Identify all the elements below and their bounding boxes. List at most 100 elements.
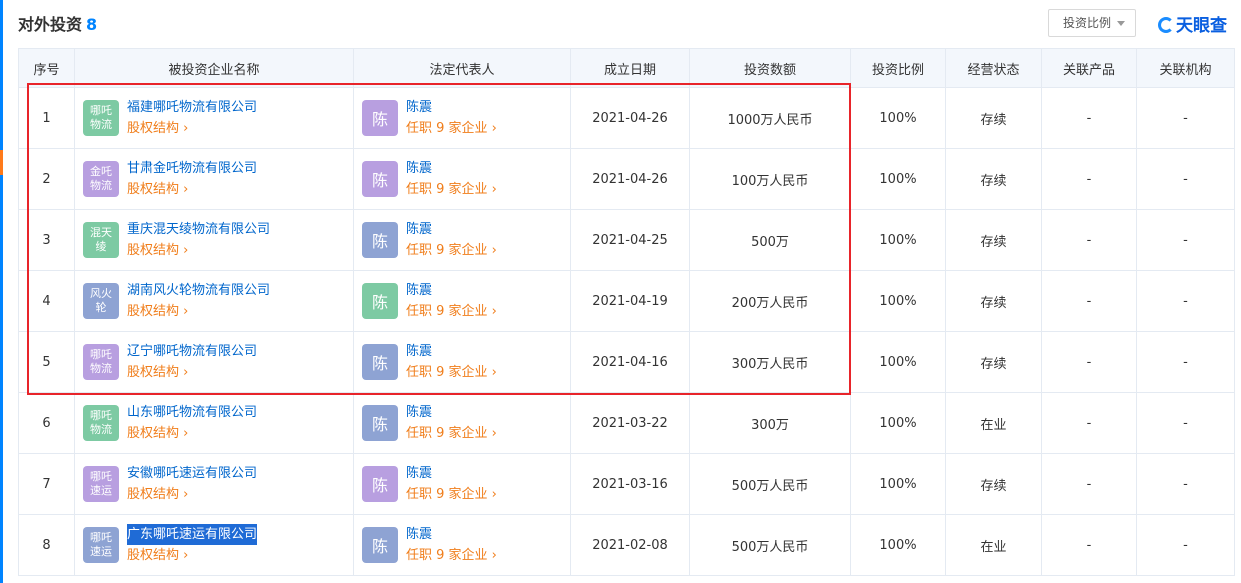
positions-link[interactable]: 任职 9 家企业 › [406,362,497,383]
representative-name-link[interactable]: 陈震 [406,402,497,423]
company-name-link[interactable]: 辽宁哪吒物流有限公司 [127,341,257,362]
avatar: 陈 [362,161,398,197]
related-product: - [1041,270,1137,332]
investment-table: 序号 被投资企业名称 法定代表人 成立日期 投资数额 投资比例 经营状态 关联产品 关联机构 1… [18,48,1235,576]
positions-link[interactable]: 任职 9 家企业 › [406,301,497,322]
representative-cell: 陈陈震 任职 9 家企业 › [353,453,571,515]
equity-structure-link[interactable]: 股权结构 › [127,240,270,261]
investment-amount: 200万人民币 [689,270,851,332]
related-org: - [1136,331,1235,393]
equity-structure-link[interactable]: 股权结构 › [127,118,257,139]
section-header: 对外投资 8 投资比例 天眼查 [18,0,1232,44]
representative-name-link[interactable]: 陈震 [406,463,497,484]
company-name-link[interactable]: 湖南风火轮物流有限公司 [127,280,270,301]
equity-structure-link[interactable]: 股权结构 › [127,423,257,444]
positions-link[interactable]: 任职 9 家企业 › [406,118,497,139]
investment-ratio: 100% [850,148,946,210]
investment-ratio: 100% [850,87,946,149]
row-index: 1 [18,87,75,149]
investment-ratio: 100% [850,270,946,332]
equity-structure-link[interactable]: 股权结构 › [127,301,270,322]
positions-link[interactable]: 任职 9 家企业 › [406,240,497,261]
company-cell: 混天绫 重庆混天绫物流有限公司 股权结构 › [74,209,354,271]
related-org: - [1136,209,1235,271]
company-logo: 哪吒物流 [83,100,119,136]
equity-structure-link[interactable]: 股权结构 › [127,362,257,383]
table-row: 4 风火轮 湖南风火轮物流有限公司 股权结构 › 陈陈震 任职 9 家企业 › 2021-0… [18,270,1235,332]
related-org: - [1136,87,1235,149]
representative-name-link[interactable]: 陈震 [406,280,497,301]
established-date: 2021-04-25 [570,209,690,271]
table-row: 6 哪吒物流 山东哪吒物流有限公司 股权结构 › 陈陈震 任职 9 家企业 › 2021-0… [18,392,1235,454]
established-date: 2021-04-19 [570,270,690,332]
representative-cell: 陈陈震 任职 9 家企业 › [353,87,571,149]
company-name-link[interactable]: 山东哪吒物流有限公司 [127,402,257,423]
column-header: 投资比例 [850,48,946,88]
avatar: 陈 [362,100,398,136]
company-name-link[interactable]: 甘肃金吒物流有限公司 [127,158,257,179]
sort-dropdown[interactable]: 投资比例 [1048,9,1136,37]
avatar: 陈 [362,405,398,441]
company-name-link[interactable]: 安徽哪吒速运有限公司 [127,463,257,484]
company-name-link[interactable]: 福建哪吒物流有限公司 [127,97,257,118]
row-index: 7 [18,453,75,515]
status-badge: 存续 [945,453,1042,515]
company-name-link[interactable]: 广东哪吒速运有限公司 [127,524,258,545]
company-logo: 风火轮 [83,283,119,319]
representative-name-link[interactable]: 陈震 [406,97,497,118]
column-header: 关联机构 [1136,48,1235,88]
investment-amount: 300万 [689,392,851,454]
related-product: - [1041,331,1137,393]
representative-name-link[interactable]: 陈震 [406,158,497,179]
related-product: - [1041,87,1137,149]
investment-amount: 500万人民币 [689,453,851,515]
company-cell: 哪吒物流 辽宁哪吒物流有限公司 股权结构 › [74,331,354,393]
table-row: 8 哪吒速运 广东哪吒速运有限公司 股权结构 › 陈陈震 任职 9 家企业 › 2021-0… [18,514,1235,576]
company-cell: 金吒物流 甘肃金吒物流有限公司 股权结构 › [74,148,354,210]
positions-link[interactable]: 任职 9 家企业 › [406,423,497,444]
company-logo: 哪吒速运 [83,466,119,502]
company-name-link[interactable]: 重庆混天绫物流有限公司 [127,219,270,240]
column-header: 成立日期 [570,48,690,88]
equity-structure-link[interactable]: 股权结构 › [127,179,257,200]
positions-link[interactable]: 任职 9 家企业 › [406,484,497,505]
representative-name-link[interactable]: 陈震 [406,524,497,545]
left-accent-bar [0,0,3,583]
section-title-text: 对外投资 [18,15,83,34]
table-header-row: 序号 被投资企业名称 法定代表人 成立日期 投资数额 投资比例 经营状态 关联产品 关联机构 [18,48,1235,88]
representative-name-link[interactable]: 陈震 [406,219,497,240]
status-badge: 在业 [945,392,1042,454]
avatar: 陈 [362,283,398,319]
table-row: 1 哪吒物流 福建哪吒物流有限公司 股权结构 › 陈陈震 任职 9 家企业 › 2021-0… [18,87,1235,149]
investment-ratio: 100% [850,453,946,515]
equity-structure-link[interactable]: 股权结构 › [127,545,257,566]
investment-amount: 500万 [689,209,851,271]
investment-amount: 100万人民币 [689,148,851,210]
positions-link[interactable]: 任职 9 家企业 › [406,545,497,566]
related-org: - [1136,514,1235,576]
caret-down-icon [1117,21,1125,26]
table-row: 7 哪吒速运 安徽哪吒速运有限公司 股权结构 › 陈陈震 任职 9 家企业 › 2021-0… [18,453,1235,515]
investment-ratio: 100% [850,331,946,393]
investment-amount: 500万人民币 [689,514,851,576]
status-badge: 存续 [945,148,1042,210]
avatar: 陈 [362,222,398,258]
column-header: 被投资企业名称 [74,48,354,88]
investment-amount: 300万人民币 [689,331,851,393]
equity-structure-link[interactable]: 股权结构 › [127,484,257,505]
established-date: 2021-04-16 [570,331,690,393]
related-product: - [1041,514,1137,576]
status-badge: 存续 [945,270,1042,332]
row-index: 5 [18,331,75,393]
related-product: - [1041,209,1137,271]
company-cell: 哪吒物流 福建哪吒物流有限公司 股权结构 › [74,87,354,149]
status-badge: 在业 [945,514,1042,576]
status-badge: 存续 [945,209,1042,271]
representative-name-link[interactable]: 陈震 [406,341,497,362]
related-product: - [1041,453,1137,515]
left-accent-marker [0,150,3,175]
investment-ratio: 100% [850,209,946,271]
positions-link[interactable]: 任职 9 家企业 › [406,179,497,200]
established-date: 2021-03-22 [570,392,690,454]
status-badge: 存续 [945,331,1042,393]
